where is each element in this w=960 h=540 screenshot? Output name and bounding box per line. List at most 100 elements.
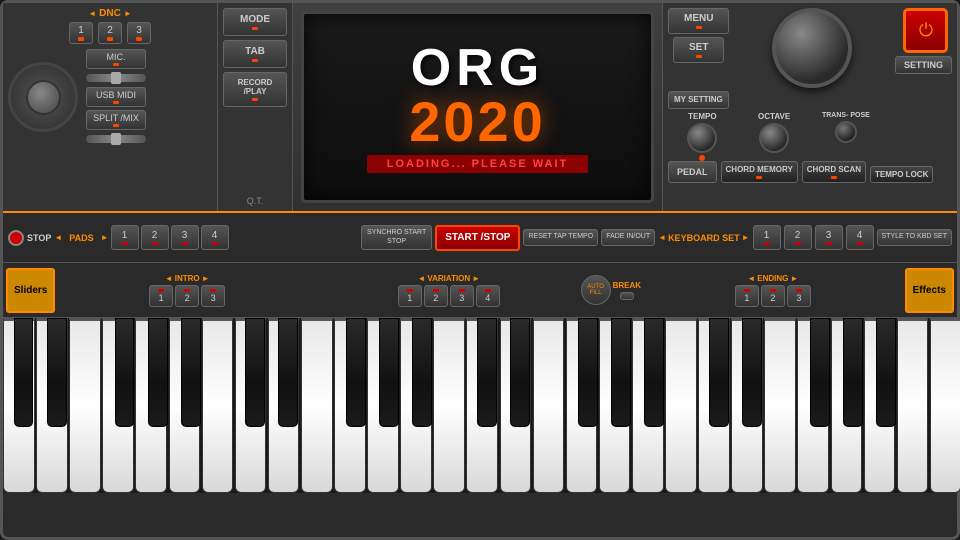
black-key-1[interactable] xyxy=(47,318,67,427)
black-key-11[interactable] xyxy=(510,318,530,427)
mic-slider-thumb xyxy=(111,72,121,84)
kbd-set-area: ◄ KEYBOARD SET ► xyxy=(658,233,749,243)
joystick-area: MIC. USB MIDI SPLIT /MIX xyxy=(8,49,212,145)
set-btn[interactable]: SET xyxy=(673,37,724,63)
intro-btn-2[interactable]: 2 xyxy=(175,285,199,307)
auto-fill-btn[interactable]: AUTO FILL xyxy=(581,275,611,305)
variation-btn-2[interactable]: 2 xyxy=(424,285,448,307)
stop-circle[interactable] xyxy=(8,230,24,246)
effects-btn[interactable]: Effects xyxy=(905,268,954,313)
octave-knob[interactable] xyxy=(759,123,789,153)
dnc-arrow-left xyxy=(88,8,96,19)
black-key-16[interactable] xyxy=(742,318,762,427)
black-key-15[interactable] xyxy=(709,318,729,427)
pad-btn-3[interactable]: 3 xyxy=(171,225,199,250)
auto-fill-break: AUTO FILL xyxy=(581,275,611,305)
white-key-9[interactable] xyxy=(301,318,333,493)
power-btn[interactable]: ⏻ xyxy=(903,8,948,53)
keyboard-section xyxy=(3,318,957,493)
black-key-14[interactable] xyxy=(644,318,664,427)
intro-btn-1[interactable]: 1 xyxy=(149,285,173,307)
mode-btn[interactable]: MODE xyxy=(223,8,287,36)
black-key-18[interactable] xyxy=(843,318,863,427)
white-key-20[interactable] xyxy=(665,318,697,493)
tab-btn[interactable]: TAB xyxy=(223,40,287,68)
pad-btn-2[interactable]: 2 xyxy=(141,225,169,250)
pad-btn-1[interactable]: 1 xyxy=(111,225,139,250)
dnc-btn-2[interactable]: 2 xyxy=(98,22,122,44)
usb-midi-btn[interactable]: USB MIDI xyxy=(86,87,146,107)
black-key-12[interactable] xyxy=(578,318,598,427)
variation-btn-1[interactable]: 1 xyxy=(398,285,422,307)
variation-btn-3[interactable]: 3 xyxy=(450,285,474,307)
black-key-0[interactable] xyxy=(14,318,34,427)
kbd-btn-4[interactable]: 4 xyxy=(846,225,874,250)
dnc-btn-3[interactable]: 3 xyxy=(127,22,151,44)
ending-group: ◄ ENDING ► 1 2 3 xyxy=(643,274,903,307)
style-to-kbd-btn[interactable]: STYLE TO KBD SET xyxy=(877,229,953,245)
left-right-controls: MIC. USB MIDI SPLIT /MIX xyxy=(86,49,146,145)
fade-btn[interactable]: FADE IN/OUT xyxy=(601,229,655,245)
black-key-17[interactable] xyxy=(810,318,830,427)
record-play-btn[interactable]: RECORD /PLAY xyxy=(223,72,287,107)
white-key-16[interactable] xyxy=(533,318,565,493)
black-key-10[interactable] xyxy=(477,318,497,427)
knobs-grid: TEMPO OCTAVE TRANS- POSE xyxy=(668,112,952,161)
ending-btn-2[interactable]: 2 xyxy=(761,285,785,307)
black-key-3[interactable] xyxy=(148,318,168,427)
black-key-7[interactable] xyxy=(346,318,366,427)
intro-btns: 1 2 3 xyxy=(149,285,225,307)
intro-btn-3[interactable]: 3 xyxy=(201,285,225,307)
white-key-23[interactable] xyxy=(764,318,796,493)
transpose-label: TRANS- POSE xyxy=(822,112,870,119)
black-key-5[interactable] xyxy=(245,318,265,427)
joystick-inner xyxy=(26,80,61,115)
stop-label: STOP xyxy=(27,233,51,243)
start-stop-btn[interactable]: START /STOP xyxy=(435,225,520,251)
setting-btn[interactable]: SETTING xyxy=(895,56,952,74)
ending-btn-1[interactable]: 1 xyxy=(735,285,759,307)
kbd-btn-1[interactable]: 1 xyxy=(753,225,781,250)
joystick[interactable] xyxy=(8,62,78,132)
octave-col: OCTAVE xyxy=(740,112,809,161)
pedal-btn[interactable]: PEDAL xyxy=(668,161,717,183)
black-key-19[interactable] xyxy=(876,318,896,427)
reset-btn[interactable]: RESET TAP TEMPO xyxy=(523,229,598,245)
sliders-btn[interactable]: Sliders xyxy=(6,268,55,313)
black-key-13[interactable] xyxy=(611,318,631,427)
menu-btn[interactable]: MENU xyxy=(668,8,729,34)
white-key-27[interactable] xyxy=(897,318,929,493)
main-knob[interactable] xyxy=(772,8,852,88)
variation-btn-4[interactable]: 4 xyxy=(476,285,500,307)
pad-btn-4[interactable]: 4 xyxy=(201,225,229,250)
white-key-13[interactable] xyxy=(433,318,465,493)
black-key-6[interactable] xyxy=(278,318,298,427)
mic-slider[interactable] xyxy=(86,74,146,82)
black-key-4[interactable] xyxy=(181,318,201,427)
ending-btn-3[interactable]: 3 xyxy=(787,285,811,307)
white-key-6[interactable] xyxy=(202,318,234,493)
black-key-9[interactable] xyxy=(412,318,432,427)
tempo-col: TEMPO xyxy=(668,112,737,161)
kbd-btn-2[interactable]: 2 xyxy=(784,225,812,250)
split-slider[interactable] xyxy=(86,135,146,143)
split-mix-btn[interactable]: SPLIT /MIX xyxy=(86,110,146,130)
dnc-arrow-right xyxy=(124,8,132,19)
chord-scan-btn[interactable]: CHORD SCAN xyxy=(802,161,866,184)
tempo-knob[interactable] xyxy=(687,123,717,153)
kbd-btn-3[interactable]: 3 xyxy=(815,225,843,250)
transpose-knob[interactable] xyxy=(835,121,857,143)
dnc-btn-1[interactable]: 1 xyxy=(69,22,93,44)
synchro-start-btn[interactable]: SYNCHRO START STOP xyxy=(361,225,432,250)
white-key-28[interactable] xyxy=(930,318,960,493)
black-key-2[interactable] xyxy=(115,318,135,427)
break-btn[interactable] xyxy=(620,292,634,300)
chord-memory-btn[interactable]: CHORD MEMORY xyxy=(721,161,798,184)
transpose-col: TRANS- POSE xyxy=(812,112,881,161)
my-setting-btn[interactable]: MY SETTING xyxy=(668,91,729,109)
black-key-8[interactable] xyxy=(379,318,399,427)
mic-btn[interactable]: MIC. xyxy=(86,49,146,69)
white-key-2[interactable] xyxy=(69,318,101,493)
tempo-lock-btn[interactable]: TEMPO LOCK xyxy=(870,166,933,184)
intro-label: ◄ INTRO ► xyxy=(165,274,210,283)
